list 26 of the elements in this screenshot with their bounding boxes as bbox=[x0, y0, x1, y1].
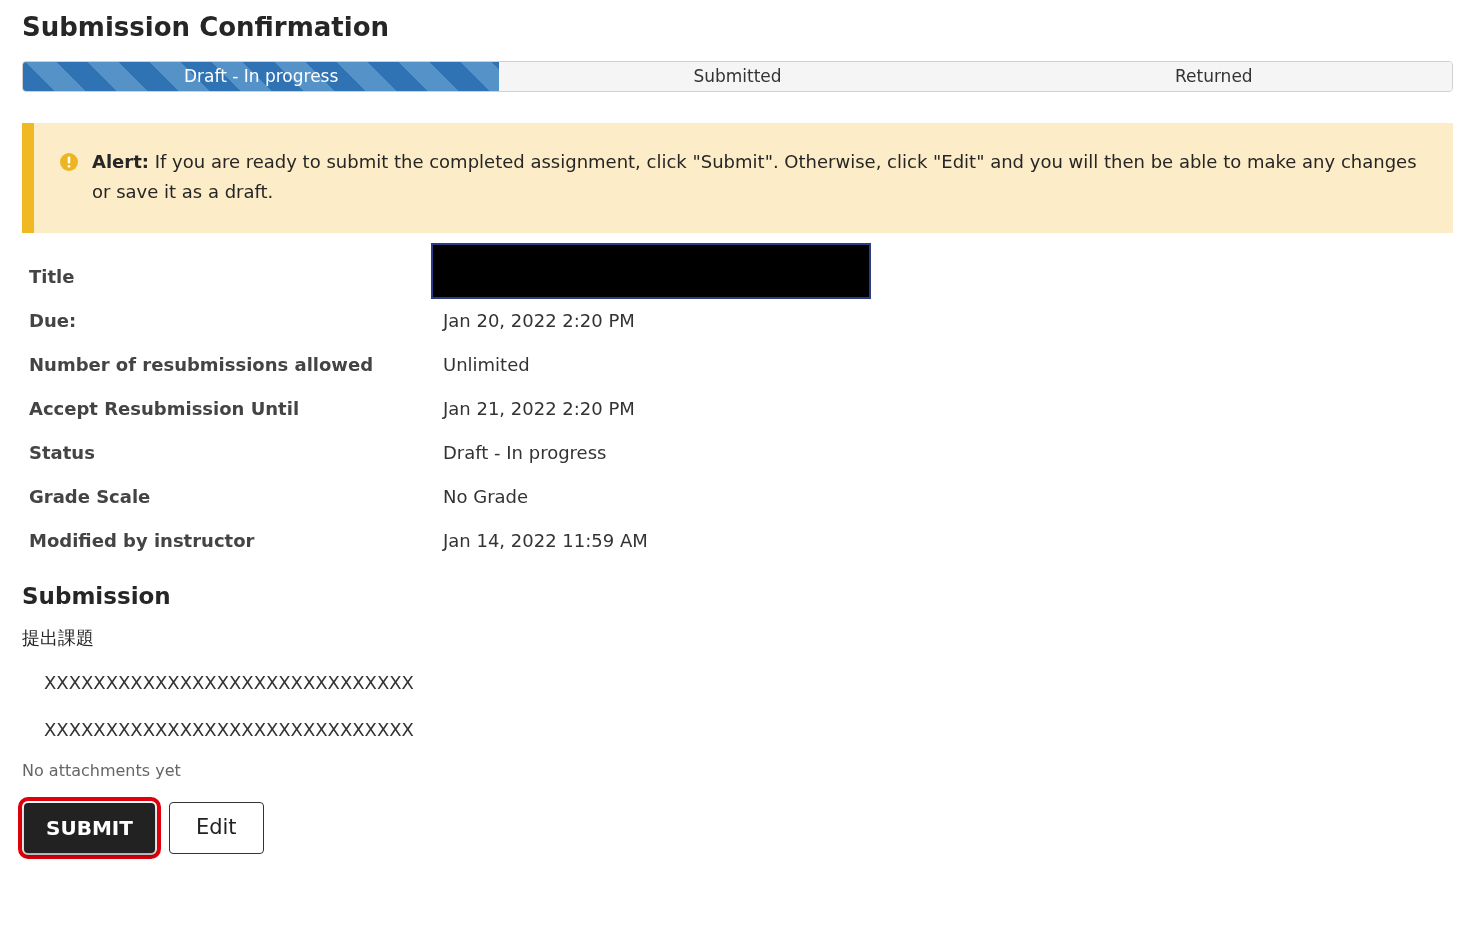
alert-message: Alert: If you are ready to submit the completed assignment, click "Submit". Otherwise, click "Edit" and you will then be able to make any changes or save it as a draft. bbox=[92, 150, 1418, 204]
field-label: Number of resubmissions allowed bbox=[29, 353, 375, 378]
section-heading: Submission bbox=[22, 582, 172, 611]
submission-title: 提出課題 bbox=[22, 626, 95, 651]
field-label: Title bbox=[29, 265, 76, 290]
field-label: Modified by instructor bbox=[29, 529, 256, 554]
field-value: Jan 21, 2022 2:20 PM bbox=[443, 397, 635, 422]
field-value: Jan 14, 2022 11:59 AM bbox=[443, 529, 648, 554]
field-value: Unlimited bbox=[443, 353, 530, 378]
submission-text: XXXXXXXXXXXXXXXXXXXXXXXXXXXXXX bbox=[44, 671, 415, 696]
progress-step: Returned bbox=[975, 62, 1452, 92]
submission-text: XXXXXXXXXXXXXXXXXXXXXXXXXXXXXX bbox=[44, 718, 415, 743]
attachments-note: No attachments yet bbox=[22, 760, 182, 783]
field-value: No Grade bbox=[443, 485, 529, 510]
progress-step: Submitted bbox=[499, 62, 976, 92]
warning-icon bbox=[60, 153, 78, 172]
field-label: Grade Scale bbox=[29, 485, 152, 510]
field-value: Draft - In progress bbox=[443, 441, 607, 466]
edit-button[interactable]: Edit bbox=[168, 802, 264, 854]
field-label: Due: bbox=[29, 309, 78, 334]
page-title: Submission Confirmation bbox=[22, 12, 391, 44]
submit-button[interactable]: SUBMIT bbox=[24, 803, 155, 854]
field-value: Jan 20, 2022 2:20 PM bbox=[443, 309, 635, 334]
progress-step: Draft - In progress bbox=[23, 62, 500, 92]
field-label: Status bbox=[29, 441, 96, 466]
field-label: Accept Resubmission Until bbox=[29, 397, 301, 422]
